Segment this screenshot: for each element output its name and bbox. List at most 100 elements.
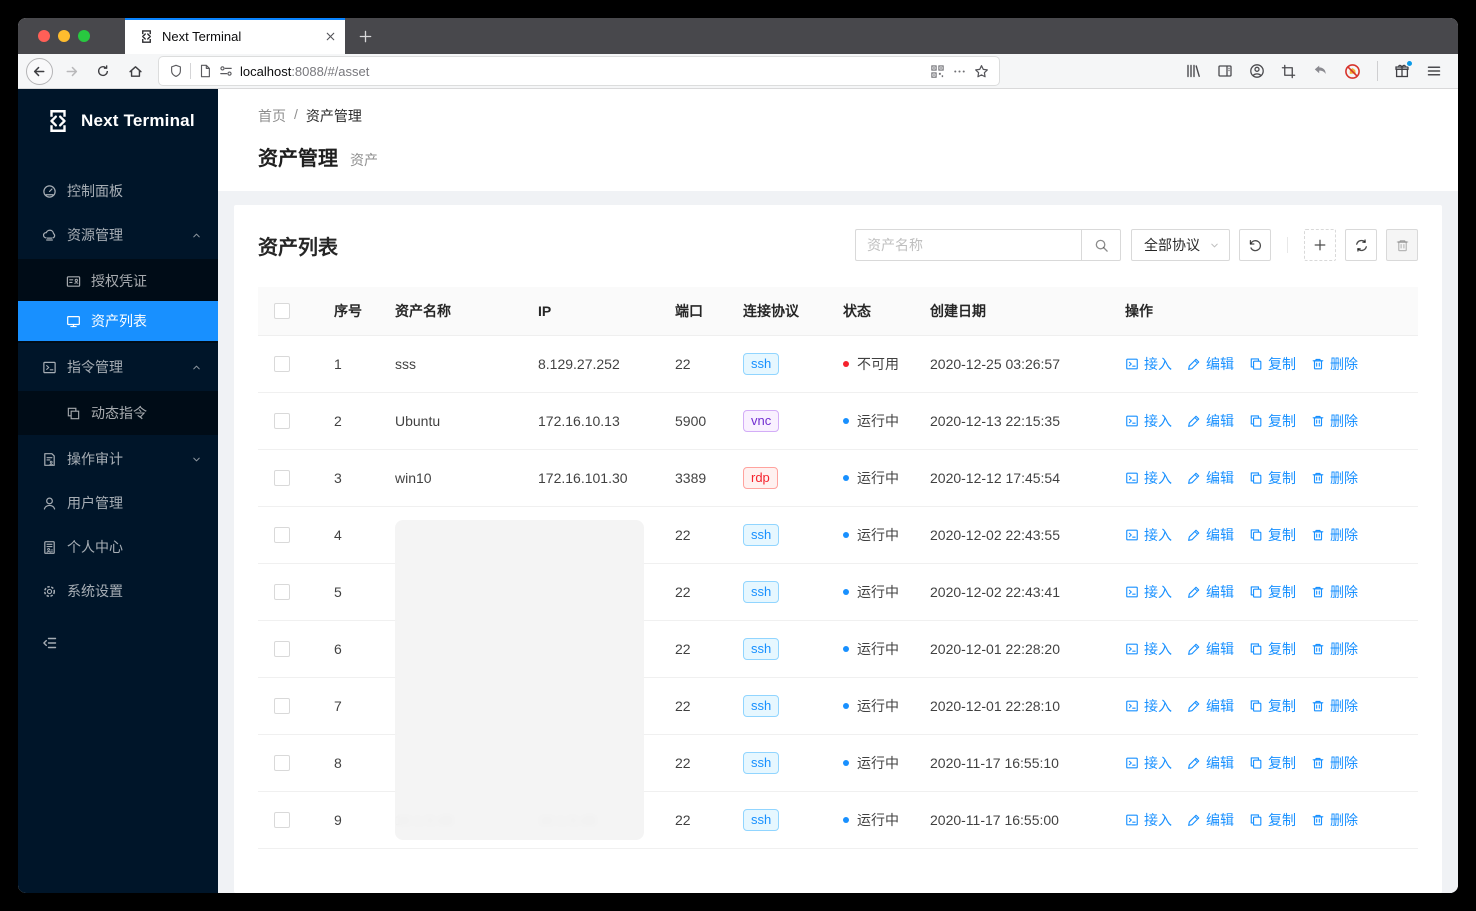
batch-delete-button[interactable] bbox=[1386, 229, 1418, 261]
sidebars-button[interactable] bbox=[1217, 63, 1233, 79]
copy-action[interactable]: 复制 bbox=[1249, 354, 1296, 374]
terminal-icon bbox=[1125, 585, 1139, 599]
connect-action[interactable]: 接入 bbox=[1125, 582, 1172, 602]
copy-action[interactable]: 复制 bbox=[1249, 639, 1296, 659]
page-info-icon[interactable] bbox=[198, 64, 212, 78]
url-text[interactable]: localhost:8088/#/asset bbox=[240, 64, 923, 79]
search-button[interactable] bbox=[1081, 229, 1121, 261]
delete-action[interactable]: 删除 bbox=[1311, 525, 1358, 545]
sidebar-item-credentials[interactable]: 授权凭证 bbox=[18, 261, 218, 301]
row-checkbox[interactable] bbox=[274, 527, 290, 543]
protocol-select[interactable]: 全部协议 bbox=[1131, 229, 1230, 261]
edit-action[interactable]: 编辑 bbox=[1187, 411, 1234, 431]
qr-code-icon[interactable] bbox=[930, 64, 945, 79]
minimize-window-button[interactable] bbox=[58, 30, 70, 42]
forward-button[interactable] bbox=[57, 57, 85, 85]
connect-action[interactable]: 接入 bbox=[1125, 468, 1172, 488]
cell-name bbox=[379, 506, 522, 564]
close-tab-icon[interactable] bbox=[324, 30, 337, 43]
sidebar-item-users[interactable]: 用户管理 bbox=[18, 483, 218, 523]
screenshot-button[interactable] bbox=[1281, 64, 1296, 79]
sidebar-item-dashboard[interactable]: 控制面板 bbox=[18, 171, 218, 211]
copy-action[interactable]: 复制 bbox=[1249, 582, 1296, 602]
sidebar-item-commands[interactable]: 指令管理 bbox=[18, 347, 218, 387]
delete-action[interactable]: 删除 bbox=[1311, 468, 1358, 488]
close-window-button[interactable] bbox=[38, 30, 50, 42]
edit-action[interactable]: 编辑 bbox=[1187, 639, 1234, 659]
library-button[interactable] bbox=[1185, 63, 1201, 79]
delete-action[interactable]: 删除 bbox=[1311, 696, 1358, 716]
sidebar-collapse-button[interactable] bbox=[18, 623, 218, 663]
delete-action[interactable]: 删除 bbox=[1311, 354, 1358, 374]
copy-action[interactable]: 复制 bbox=[1249, 525, 1296, 545]
search-input[interactable] bbox=[855, 229, 1081, 261]
edit-action[interactable]: 编辑 bbox=[1187, 525, 1234, 545]
connect-action[interactable]: 接入 bbox=[1125, 810, 1172, 830]
app-menu-button[interactable] bbox=[1426, 63, 1442, 79]
row-checkbox[interactable] bbox=[274, 356, 290, 372]
permissions-icon[interactable] bbox=[219, 64, 233, 78]
sidebar-item-asset-list[interactable]: 资产列表 bbox=[18, 301, 218, 341]
delete-action[interactable]: 删除 bbox=[1311, 639, 1358, 659]
breadcrumb-home[interactable]: 首页 bbox=[258, 106, 286, 126]
copy-action[interactable]: 复制 bbox=[1249, 411, 1296, 431]
delete-action[interactable]: 删除 bbox=[1311, 582, 1358, 602]
row-checkbox[interactable] bbox=[274, 584, 290, 600]
sidebar-item-profile[interactable]: 个人中心 bbox=[18, 527, 218, 567]
row-checkbox[interactable] bbox=[274, 470, 290, 486]
connect-action[interactable]: 接入 bbox=[1125, 354, 1172, 374]
url-divider bbox=[190, 63, 191, 79]
home-button[interactable] bbox=[121, 57, 149, 85]
undo-extension-button[interactable] bbox=[1312, 63, 1328, 79]
row-checkbox[interactable] bbox=[274, 641, 290, 657]
edit-action[interactable]: 编辑 bbox=[1187, 696, 1234, 716]
zoom-window-button[interactable] bbox=[78, 30, 90, 42]
page-actions-icon[interactable] bbox=[952, 64, 967, 79]
connect-action[interactable]: 接入 bbox=[1125, 411, 1172, 431]
url-path: :8088/#/asset bbox=[291, 63, 370, 79]
browser-tab[interactable]: Next Terminal bbox=[125, 18, 345, 54]
copy-action[interactable]: 复制 bbox=[1249, 753, 1296, 773]
add-asset-button[interactable] bbox=[1304, 229, 1336, 261]
delete-action[interactable]: 删除 bbox=[1311, 810, 1358, 830]
row-checkbox[interactable] bbox=[274, 698, 290, 714]
edit-action[interactable]: 编辑 bbox=[1187, 753, 1234, 773]
whats-new-button[interactable] bbox=[1394, 60, 1413, 79]
cell-created: 2020-11-17 16:55:00 bbox=[914, 791, 1109, 849]
select-all-checkbox[interactable] bbox=[274, 303, 290, 319]
plus-icon bbox=[358, 29, 373, 44]
edit-action[interactable]: 编辑 bbox=[1187, 354, 1234, 374]
account-button[interactable] bbox=[1249, 63, 1265, 79]
copy-action[interactable]: 复制 bbox=[1249, 810, 1296, 830]
delete-action[interactable]: 删除 bbox=[1311, 411, 1358, 431]
row-checkbox[interactable] bbox=[274, 812, 290, 828]
row-checkbox[interactable] bbox=[274, 413, 290, 429]
reset-button[interactable] bbox=[1239, 229, 1271, 261]
copy-action[interactable]: 复制 bbox=[1249, 468, 1296, 488]
bookmark-star-icon[interactable] bbox=[974, 64, 989, 79]
blocker-extension-button[interactable] bbox=[1344, 63, 1361, 80]
sidebar-item-dynamic-commands[interactable]: 动态指令 bbox=[18, 393, 218, 433]
connect-action[interactable]: 接入 bbox=[1125, 753, 1172, 773]
reload-button[interactable] bbox=[89, 57, 117, 85]
back-button[interactable] bbox=[26, 57, 53, 85]
edit-action[interactable]: 编辑 bbox=[1187, 468, 1234, 488]
sidebar-item-audit[interactable]: 操作审计 bbox=[18, 439, 218, 479]
delete-action[interactable]: 删除 bbox=[1311, 753, 1358, 773]
column-header-actions: 操作 bbox=[1109, 287, 1418, 336]
url-bar[interactable]: localhost:8088/#/asset bbox=[159, 57, 999, 85]
refresh-button[interactable] bbox=[1345, 229, 1377, 261]
sidebar-item-settings[interactable]: 系统设置 bbox=[18, 571, 218, 611]
edit-action[interactable]: 编辑 bbox=[1187, 582, 1234, 602]
connect-action[interactable]: 接入 bbox=[1125, 696, 1172, 716]
connect-action[interactable]: 接入 bbox=[1125, 639, 1172, 659]
connect-action[interactable]: 接入 bbox=[1125, 525, 1172, 545]
user-icon bbox=[42, 496, 57, 511]
sidebar-item-resources[interactable]: 资源管理 bbox=[18, 215, 218, 255]
new-tab-button[interactable] bbox=[345, 18, 385, 54]
copy-action[interactable]: 复制 bbox=[1249, 696, 1296, 716]
edit-action[interactable]: 编辑 bbox=[1187, 810, 1234, 830]
app-logo[interactable]: Next Terminal bbox=[18, 89, 218, 153]
shield-icon[interactable] bbox=[169, 64, 183, 78]
row-checkbox[interactable] bbox=[274, 755, 290, 771]
